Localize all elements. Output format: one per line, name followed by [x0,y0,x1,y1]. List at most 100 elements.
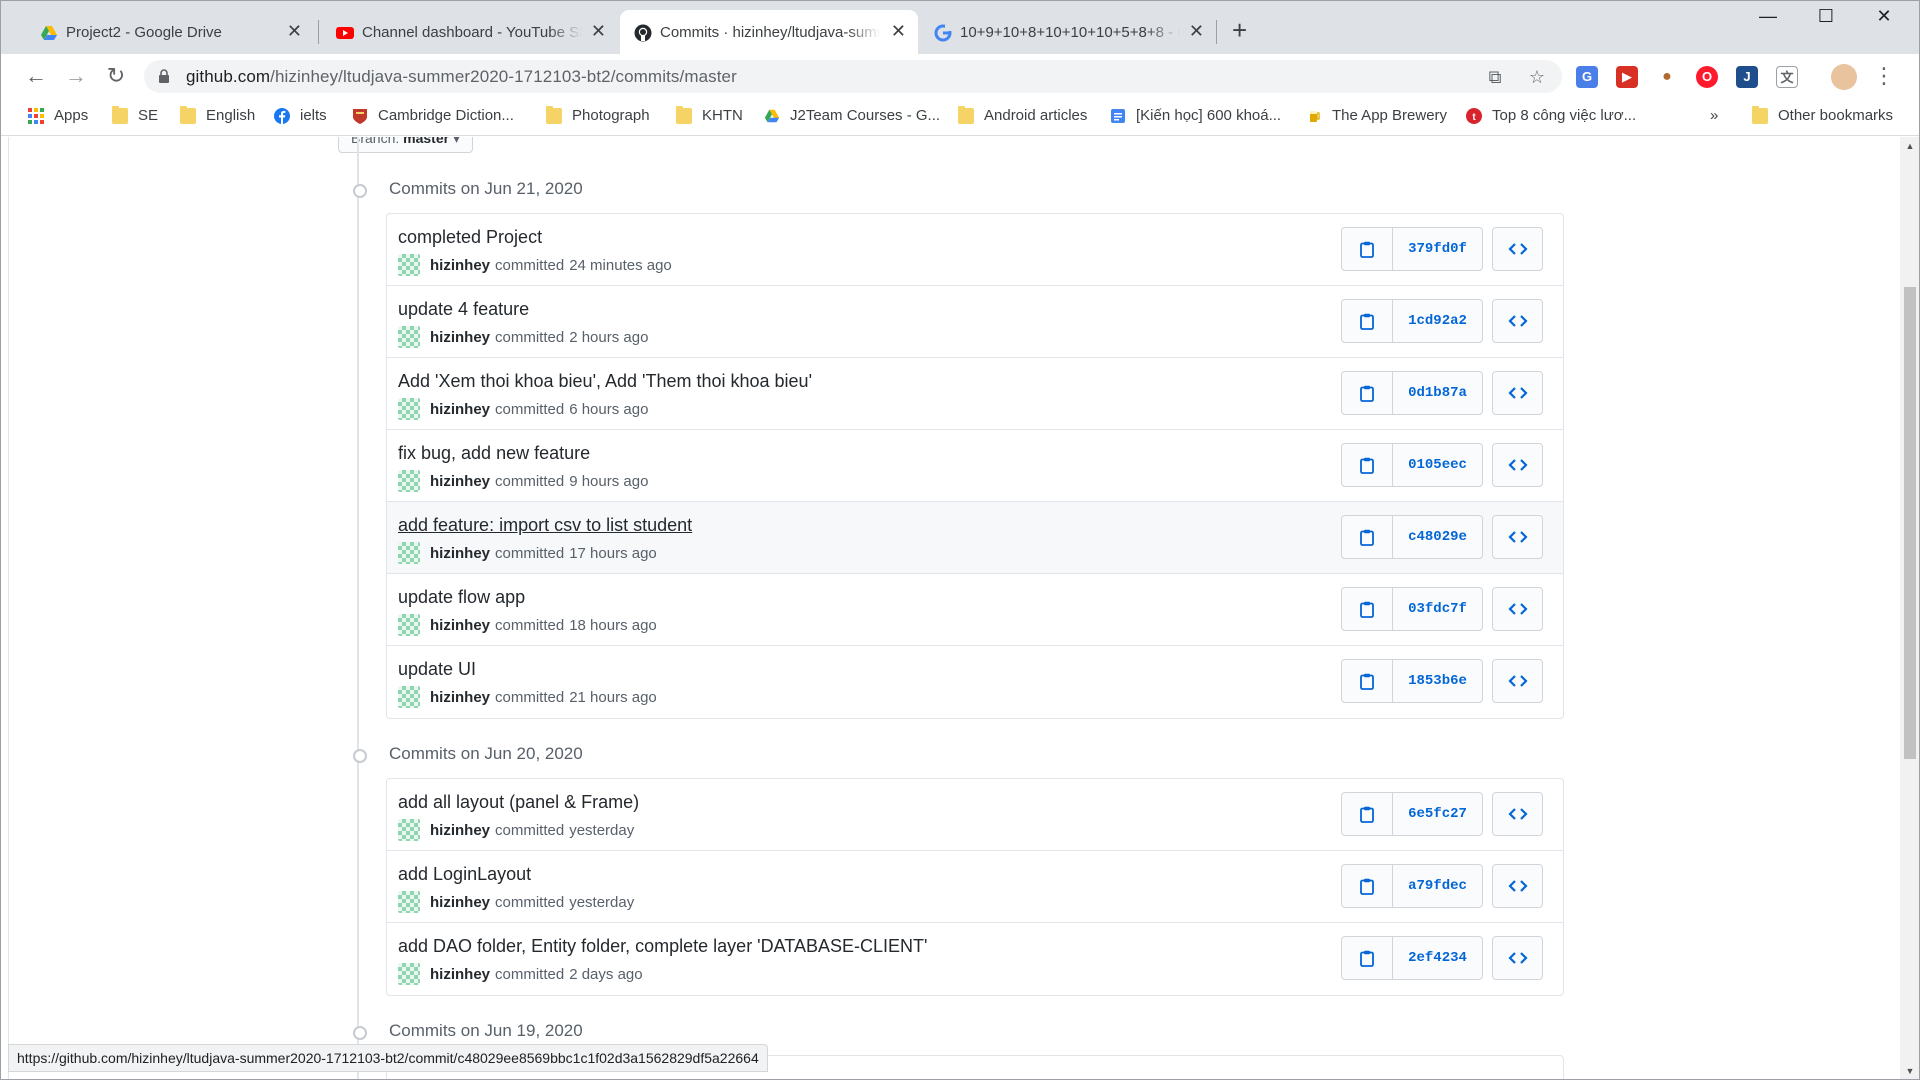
bookmark-se[interactable]: SE [112,105,158,124]
copy-sha-button[interactable] [1342,228,1393,270]
address-bar[interactable]: github.com/hizinhey/ltudjava-summer2020-… [144,60,1562,93]
avatar[interactable] [398,891,420,913]
avatar[interactable] [398,326,420,348]
commit-sha-link[interactable]: 1853b6e [1393,660,1482,702]
new-tab-button[interactable]: + [1232,17,1247,43]
tab-google-search[interactable]: 10+9+10+8+10+10+10+5+8+8 - Google Search… [920,10,1216,54]
commit-sha-link[interactable]: 0d1b87a [1393,372,1482,414]
commit-sha-link[interactable]: 6e5fc27 [1393,793,1482,835]
scroll-down-arrow[interactable]: ▼ [1900,1066,1920,1076]
avatar[interactable] [398,254,420,276]
avatar[interactable] [398,686,420,708]
browse-repo-button[interactable] [1492,371,1543,415]
copy-sha-button[interactable] [1342,865,1393,907]
copy-sha-button[interactable] [1342,588,1393,630]
browse-repo-button[interactable] [1492,299,1543,343]
commit-message-link[interactable]: add feature: import csv to list student [398,515,692,536]
reload-icon[interactable]: ↻ [102,62,130,90]
copy-sha-button[interactable] [1342,660,1393,702]
scrollbar-thumb[interactable] [1904,287,1916,759]
bookmark-kien-hoc[interactable]: [Kiến học] 600 khoá... [1110,107,1281,124]
commit-author[interactable]: hizinhey [430,689,490,706]
cookie-extension-icon[interactable]: ● [1656,66,1678,88]
commit-author[interactable]: hizinhey [430,545,490,562]
commit-sha-link[interactable]: 2ef4234 [1393,937,1482,979]
tab-google-drive[interactable]: Project2 - Google Drive ✕ [26,10,314,54]
browse-repo-button[interactable] [1492,587,1543,631]
translate-icon[interactable]: ⧉ [1484,66,1506,88]
chrome-menu-icon[interactable]: ⋮ [1870,62,1898,90]
translate-extension-icon[interactable]: 文 [1776,66,1798,88]
bookmark-android-articles[interactable]: Android articles [958,105,1087,124]
commit-message-link[interactable]: update UI [398,659,476,680]
commit-author[interactable]: hizinhey [430,966,490,983]
browse-repo-button[interactable] [1492,864,1543,908]
close-tab-icon[interactable]: ✕ [591,21,606,42]
bookmark-ielts[interactable]: ielts [274,107,327,124]
copy-sha-button[interactable] [1342,300,1393,342]
commit-sha-link[interactable]: a79fdec [1393,865,1482,907]
bookmarks-overflow-button[interactable]: » [1710,107,1718,124]
browse-repo-button[interactable] [1492,792,1543,836]
browse-repo-button[interactable] [1492,659,1543,703]
browse-repo-button[interactable] [1492,227,1543,271]
bookmark-apps[interactable]: Apps [28,107,88,124]
commit-sha-link[interactable]: 1cd92a2 [1393,300,1482,342]
commit-sha-link[interactable]: 0105eec [1393,444,1482,486]
profile-avatar[interactable] [1831,64,1857,90]
j2team-extension-icon[interactable]: J [1736,66,1758,88]
minimize-icon[interactable]: — [1740,6,1796,27]
close-tab-icon[interactable]: ✕ [891,21,906,42]
commit-message-link[interactable]: add DAO folder, Entity folder, complete … [398,936,927,957]
commit-author[interactable]: hizinhey [430,473,490,490]
commit-message-link[interactable]: fix bug, add new feature [398,443,590,464]
tab-youtube-studio[interactable]: Channel dashboard - YouTube Studio ✕ [322,10,618,54]
back-icon[interactable]: ← [22,62,50,90]
page-scrollbar[interactable]: ▲ ▼ [1900,137,1920,1080]
bookmark-cambridge[interactable]: Cambridge Diction... [352,107,514,124]
commit-message-link[interactable]: add all layout (panel & Frame) [398,792,639,813]
tab-github-commits[interactable]: Commits · hizinhey/ltudjava-summer2020-1… [620,10,918,54]
commit-message-link[interactable]: completed Project [398,227,542,248]
adblock-extension-icon[interactable]: O [1696,66,1718,88]
bookmark-top8[interactable]: t Top 8 công việc lươ... [1466,107,1636,124]
commit-sha-link[interactable]: c48029e [1393,516,1482,558]
scroll-up-arrow[interactable]: ▲ [1900,141,1920,151]
avatar[interactable] [398,398,420,420]
bookmark-j2team[interactable]: J2Team Courses - G... [764,107,940,124]
browse-repo-button[interactable] [1492,936,1543,980]
copy-sha-button[interactable] [1342,793,1393,835]
close-window-icon[interactable]: ✕ [1856,6,1912,27]
copy-sha-button[interactable] [1342,937,1393,979]
avatar[interactable] [398,470,420,492]
commit-message-link[interactable]: Add 'Xem thoi khoa bieu', Add 'Them thoi… [398,371,812,392]
copy-sha-button[interactable] [1342,372,1393,414]
bookmark-english[interactable]: English [180,105,255,124]
copy-sha-button[interactable] [1342,516,1393,558]
commit-author[interactable]: hizinhey [430,329,490,346]
bookmark-app-brewery[interactable]: The App Brewery [1306,107,1447,124]
maximize-icon[interactable]: ☐ [1798,6,1854,27]
close-tab-icon[interactable]: ✕ [287,21,302,42]
avatar[interactable] [398,963,420,985]
avatar[interactable] [398,614,420,636]
forward-icon[interactable]: → [62,62,90,90]
commit-author[interactable]: hizinhey [430,401,490,418]
close-tab-icon[interactable]: ✕ [1189,21,1204,42]
video-extension-icon[interactable]: ▶ [1616,66,1638,88]
google-translate-extension-icon[interactable]: G [1576,66,1598,88]
commit-message-link[interactable]: add LoginLayout [398,864,531,885]
bookmark-photograph[interactable]: Photograph [546,105,650,124]
browse-repo-button[interactable] [1492,443,1543,487]
commit-author[interactable]: hizinhey [430,617,490,634]
commit-sha-link[interactable]: 379fd0f [1393,228,1482,270]
commit-message-link[interactable]: update 4 feature [398,299,529,320]
commit-author[interactable]: hizinhey [430,894,490,911]
commit-author[interactable]: hizinhey [430,822,490,839]
bookmark-khtn[interactable]: KHTN [676,105,743,124]
other-bookmarks[interactable]: Other bookmarks [1752,105,1893,124]
commit-sha-link[interactable]: 03fdc7f [1393,588,1482,630]
avatar[interactable] [398,542,420,564]
commit-message-link[interactable]: update flow app [398,587,525,608]
browse-repo-button[interactable] [1492,515,1543,559]
